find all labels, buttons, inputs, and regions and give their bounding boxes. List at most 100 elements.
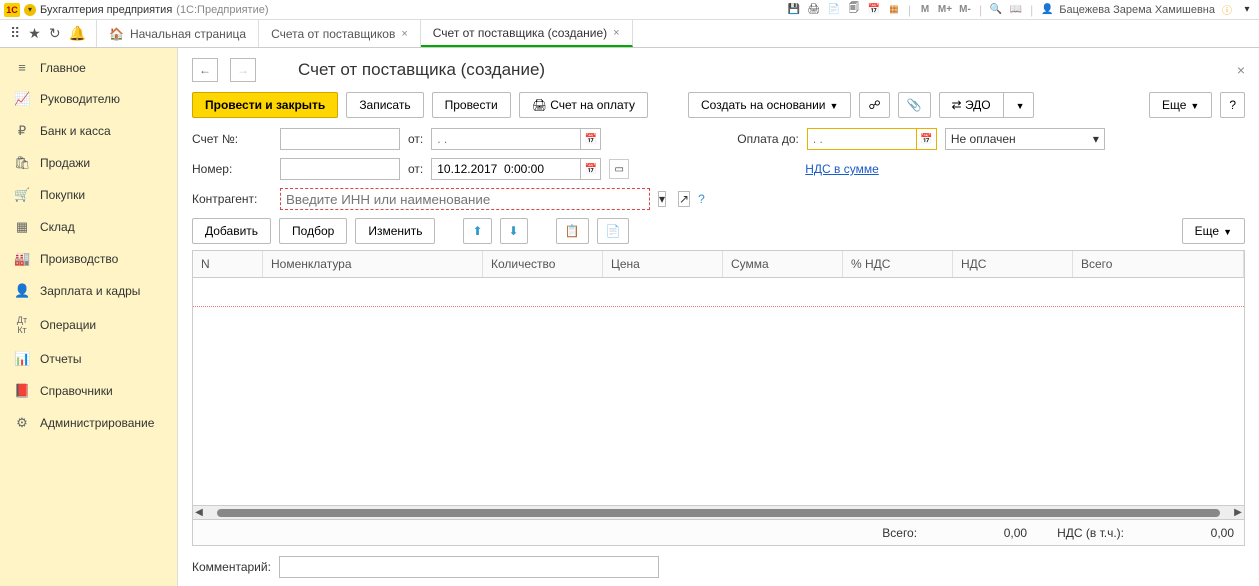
pay-status-select[interactable]: Не оплачен ▾ — [945, 128, 1105, 150]
sidebar-item-bank[interactable]: ₽Банк и касса — [0, 115, 177, 147]
counterparty-input[interactable] — [280, 188, 650, 210]
dropdown-icon[interactable]: ▾ — [24, 4, 36, 16]
calendar-button[interactable]: 📅 — [581, 158, 601, 180]
tab-supplier-invoices[interactable]: Счета от поставщиков × — [259, 20, 421, 47]
save-icon[interactable]: 💾 — [786, 3, 802, 17]
sidebar-item-production[interactable]: 🏭Производство — [0, 243, 177, 275]
move-down-button[interactable]: ⬇ — [500, 218, 528, 244]
create-based-button[interactable]: Создать на основании▼ — [688, 92, 851, 118]
pay-until-input[interactable] — [807, 128, 917, 150]
th-total[interactable]: Всего — [1073, 251, 1244, 277]
number-input[interactable] — [280, 158, 400, 180]
sidebar-item-manager[interactable]: 📈Руководителю — [0, 83, 177, 115]
content-header: ← → Счет от поставщика (создание) × — [192, 58, 1245, 82]
m-minus-button[interactable]: M- — [957, 3, 973, 17]
vat-link[interactable]: НДС в сумме — [805, 162, 879, 176]
sidebar-item-reports[interactable]: 📊Отчеты — [0, 343, 177, 375]
scroll-right-icon[interactable]: ▶ — [1232, 507, 1244, 518]
app-title: Бухгалтерия предприятия — [40, 4, 172, 16]
sidebar-item-sales[interactable]: 🛍Продажи — [0, 147, 177, 179]
dropdown-button[interactable]: ▾ — [658, 191, 666, 207]
calendar-button[interactable]: 📅 — [581, 128, 601, 150]
attach-button[interactable]: 📎 — [898, 92, 931, 118]
more-button[interactable]: Еще▼ — [1149, 92, 1212, 118]
form-row-number: Номер: от: 📅 ▭ НДС в сумме — [192, 158, 1245, 180]
paste-button[interactable]: 📄 — [597, 218, 630, 244]
open-button[interactable]: ↗ — [678, 191, 690, 207]
close-button[interactable]: × — [1237, 62, 1245, 78]
comment-input[interactable] — [279, 556, 659, 578]
factory-icon: 🏭 — [14, 251, 30, 267]
bell-icon[interactable]: 🔔 — [69, 25, 86, 42]
post-button[interactable]: Провести — [432, 92, 511, 118]
tab-close-icon[interactable]: × — [613, 27, 619, 39]
horizontal-scrollbar[interactable]: ◀ ▶ — [193, 505, 1244, 519]
zoom-icon[interactable]: 🔍 — [988, 3, 1004, 17]
user-name: Бацежева Зарема Хамишевна — [1059, 4, 1215, 16]
edo-dropdown[interactable]: ▼ — [1004, 92, 1034, 118]
edo-button[interactable]: ⇄ ЭДО — [939, 92, 1004, 118]
table-body[interactable] — [193, 278, 1244, 505]
post-close-button[interactable]: Провести и закрыть — [192, 92, 338, 118]
minimize-icon[interactable]: ▾ — [1239, 3, 1255, 17]
th-price[interactable]: Цена — [603, 251, 723, 277]
invoice-button[interactable]: 🖨 Счет на оплату — [519, 92, 648, 118]
pay-status-value: Не оплачен — [951, 132, 1016, 146]
date-from-input[interactable] — [431, 128, 581, 150]
help-icon[interactable]: ? — [698, 192, 705, 206]
write-button[interactable]: Записать — [346, 92, 423, 118]
help-button[interactable]: ? — [1220, 92, 1245, 118]
history-icon[interactable]: ↻ — [49, 25, 61, 42]
forward-button[interactable]: → — [230, 58, 256, 82]
star-icon[interactable]: ★ — [28, 25, 41, 42]
calc-icon[interactable]: 🗐 — [846, 3, 862, 17]
m-plus-button[interactable]: M+ — [937, 3, 953, 17]
back-button[interactable]: ← — [192, 58, 218, 82]
apps-icon[interactable]: ⠿ — [10, 25, 20, 42]
document-icon[interactable]: 📄 — [826, 3, 842, 17]
debit-credit-icon: ДтКт — [14, 315, 30, 335]
copy-button[interactable]: 📋 — [556, 218, 589, 244]
sidebar-label: Руководителю — [40, 92, 120, 106]
tab-home[interactable]: 🏠 Начальная страница — [97, 20, 259, 47]
sidebar-label: Администрирование — [40, 416, 154, 430]
calendar-icon[interactable]: 📅 — [866, 3, 882, 17]
scroll-thumb[interactable] — [217, 509, 1220, 517]
sidebar-item-operations[interactable]: ДтКтОперации — [0, 307, 177, 343]
sidebar-item-admin[interactable]: ⚙ Администрирование — [0, 407, 177, 439]
th-n[interactable]: N — [193, 251, 263, 277]
grid-icon[interactable]: ▦ — [886, 3, 902, 17]
th-sum[interactable]: Сумма — [723, 251, 843, 277]
structure-button[interactable]: ☍ — [859, 92, 889, 118]
sidebar-item-purchases[interactable]: 🛒Покупки — [0, 179, 177, 211]
account-no-input[interactable] — [280, 128, 400, 150]
sidebar-item-catalogs[interactable]: 📕Справочники — [0, 375, 177, 407]
print-icon: 🖨 — [532, 98, 547, 112]
pick-button[interactable]: Подбор — [279, 218, 347, 244]
m-button[interactable]: M — [917, 3, 933, 17]
calendar-button[interactable]: 📅 — [917, 128, 937, 150]
th-qty[interactable]: Количество — [483, 251, 603, 277]
tab-close-icon[interactable]: × — [401, 28, 407, 40]
gear-icon: ⚙ — [14, 415, 30, 431]
sidebar-item-warehouse[interactable]: ▦Склад — [0, 211, 177, 243]
tab-supplier-invoice-create[interactable]: Счет от поставщика (создание) × — [421, 20, 633, 47]
add-button[interactable]: Добавить — [192, 218, 271, 244]
extra-icon[interactable]: ▭ — [609, 159, 629, 179]
th-nomenclature[interactable]: Номенклатура — [263, 251, 483, 277]
th-vat[interactable]: НДС — [953, 251, 1073, 277]
datetime-input[interactable] — [431, 158, 581, 180]
sidebar-item-hr[interactable]: 👤Зарплата и кадры — [0, 275, 177, 307]
total-value: 0,00 — [947, 526, 1027, 540]
info-icon[interactable]: ⓘ — [1219, 3, 1235, 17]
book-icon[interactable]: 📖 — [1008, 3, 1024, 17]
sidebar-label: Главное — [40, 61, 86, 75]
edit-button[interactable]: Изменить — [355, 218, 435, 244]
print-icon[interactable]: 🖨 — [806, 3, 822, 17]
scroll-left-icon[interactable]: ◀ — [193, 507, 205, 518]
sidebar-item-main[interactable]: ≡Главное — [0, 52, 177, 83]
table-more-button[interactable]: Еще▼ — [1182, 218, 1245, 244]
move-up-button[interactable]: ⬆ — [463, 218, 491, 244]
th-vat-pct[interactable]: % НДС — [843, 251, 953, 277]
sidebar-label: Справочники — [40, 384, 113, 398]
